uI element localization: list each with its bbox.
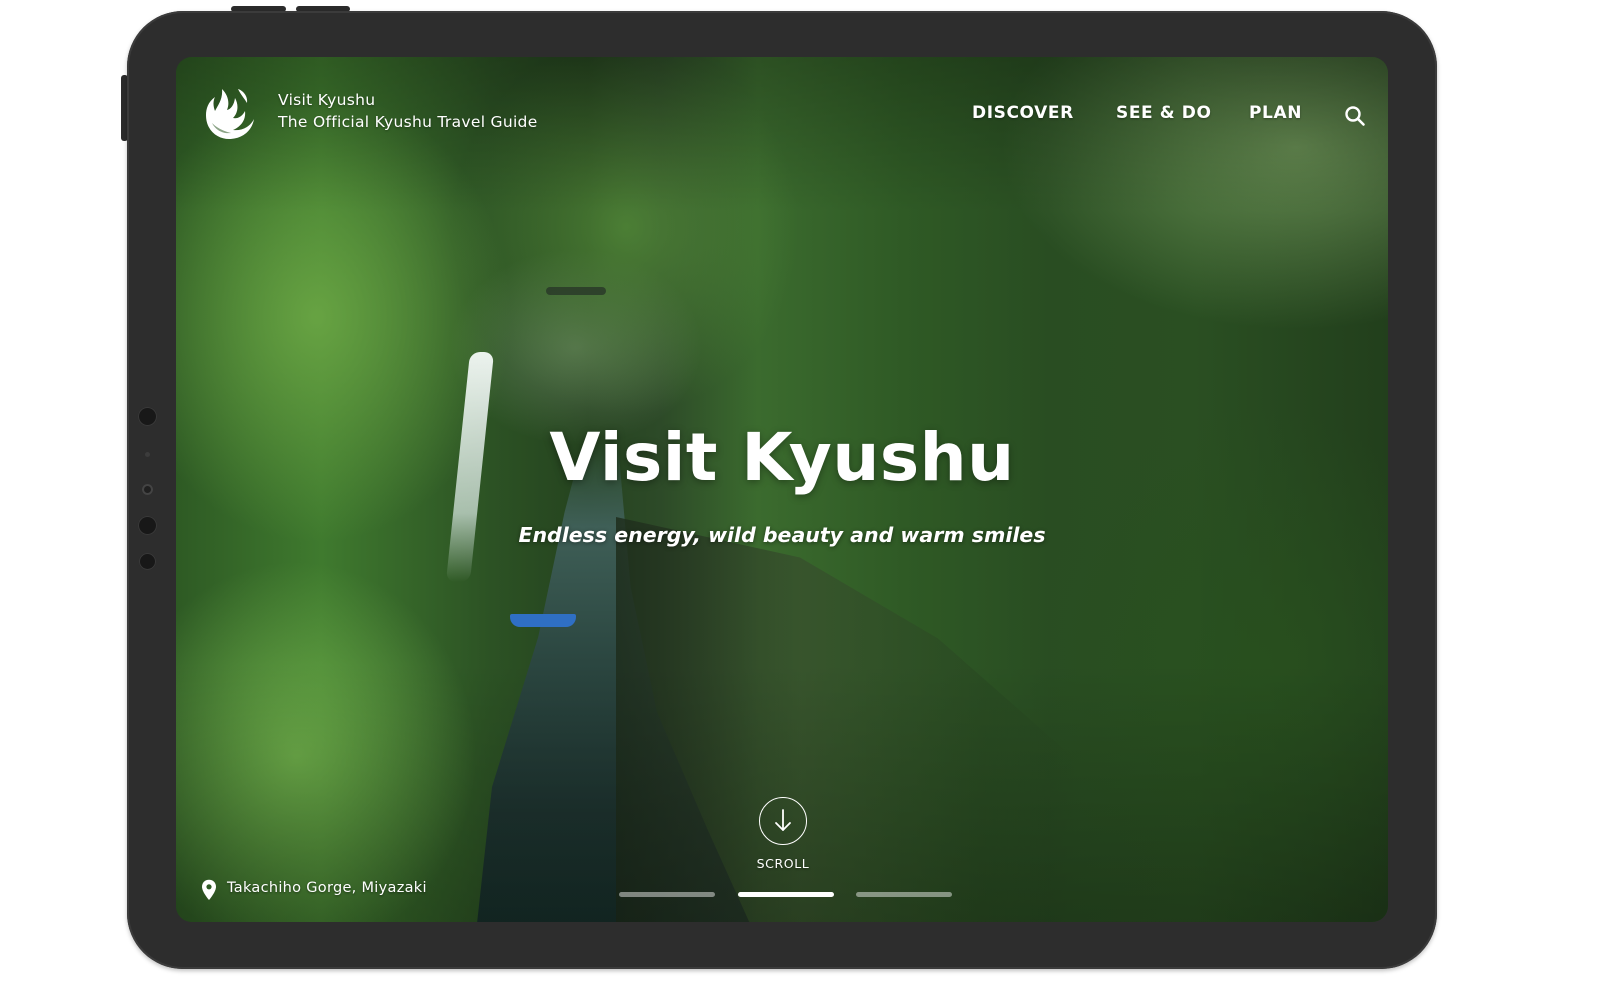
slide-indicator-3[interactable] — [856, 892, 952, 897]
light-sensor — [139, 553, 156, 570]
front-camera — [142, 484, 153, 495]
search-icon[interactable] — [1344, 105, 1366, 127]
nav-plan[interactable]: PLAN — [1249, 103, 1302, 123]
nav-discover[interactable]: DISCOVER — [972, 103, 1074, 123]
nav-see-and-do[interactable]: SEE & DO — [1116, 103, 1212, 123]
face-id-sensor — [138, 516, 157, 535]
slide-indicator-1[interactable] — [619, 892, 715, 897]
slide-indicator-2[interactable] — [738, 892, 834, 897]
proximity-sensor — [145, 452, 150, 457]
scroll-label[interactable]: SCROLL — [733, 856, 833, 871]
hero-subtitle: Endless energy, wild beauty and warm smi… — [518, 523, 1046, 547]
location-text: Takachiho Gorge, Miyazaki — [227, 880, 427, 896]
hero-title: Visit Kyushu — [549, 419, 1015, 496]
arrow-down-icon — [775, 809, 791, 831]
camera-sensor — [138, 407, 157, 426]
main-nav: DISCOVER SEE & DO PLAN — [176, 103, 1388, 125]
website-screen: Visit Kyushu The Official Kyushu Travel … — [176, 57, 1388, 922]
tablet-mockup: Visit Kyushu The Official Kyushu Travel … — [0, 0, 1600, 1001]
scroll-down-button[interactable] — [759, 797, 807, 845]
map-pin-icon — [202, 879, 216, 900]
